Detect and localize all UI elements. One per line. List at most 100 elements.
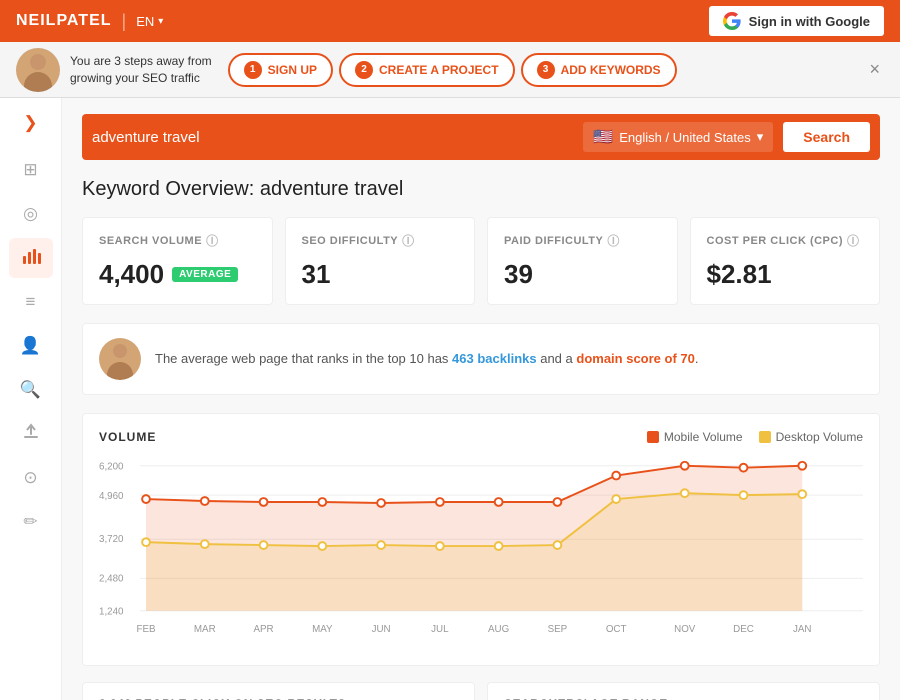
domain-score-link[interactable]: domain score of 70 — [576, 351, 694, 366]
svg-text:AUG: AUG — [488, 624, 509, 635]
language-selector[interactable]: 🇺🇸 English / United States ▾ — [583, 122, 773, 152]
svg-text:2,480: 2,480 — [99, 573, 124, 584]
svg-text:OCT: OCT — [606, 624, 627, 635]
sidebar-item-edit[interactable]: ✏ — [9, 502, 53, 542]
legend-mobile-label: Mobile Volume — [664, 430, 743, 444]
avatar-info — [99, 338, 141, 380]
sidebar: ❯ ⊞ ◎ ≡ 👤 🔍 — [0, 98, 62, 700]
info-text: The average web page that ranks in the t… — [155, 349, 698, 369]
main-content: 🇺🇸 English / United States ▾ Search Keyw… — [62, 98, 900, 700]
sign-in-label: Sign in with Google — [749, 14, 870, 29]
info-strip: The average web page that ranks in the t… — [82, 323, 880, 395]
sidebar-item-upload[interactable] — [9, 414, 53, 454]
svg-text:3,720: 3,720 — [99, 534, 124, 545]
header-divider: | — [122, 11, 127, 32]
sidebar-item-reports[interactable]: ≡ — [9, 282, 53, 322]
language-selector-header[interactable]: EN ▾ — [136, 14, 163, 29]
stat-value-seo-difficulty: 31 — [302, 259, 459, 290]
list-icon: ≡ — [26, 292, 36, 312]
svg-text:SEP: SEP — [548, 624, 568, 635]
language-label: English / United States — [619, 130, 751, 145]
search-bar: 🇺🇸 English / United States ▾ Search — [82, 114, 880, 160]
header: NEILPATEL | EN ▾ Sign in with Google — [0, 0, 900, 42]
sidebar-item-analytics[interactable]: ◎ — [9, 194, 53, 234]
bottom-row: 2,242 PEOPLE CLICK ON SEO RESULTS SEARCH… — [82, 682, 880, 700]
svg-text:4,960: 4,960 — [99, 491, 124, 502]
svg-text:6,200: 6,200 — [99, 462, 124, 473]
stat-paid-difficulty: PAID DIFFICULTY ⓘ 39 — [487, 217, 678, 305]
banner-message: You are 3 steps away from growing your S… — [70, 53, 212, 87]
info-icon-paid-difficulty[interactable]: ⓘ — [607, 232, 620, 249]
flag-icon: 🇺🇸 — [593, 127, 613, 147]
legend-mobile-dot — [647, 431, 659, 443]
svg-text:JAN: JAN — [793, 624, 811, 635]
sidebar-item-monitor[interactable]: ⊙ — [9, 458, 53, 498]
sidebar-item-users[interactable]: 👤 — [9, 326, 53, 366]
upload-icon — [22, 423, 40, 446]
search-input[interactable] — [92, 129, 573, 146]
step-2-button[interactable]: 2 CREATE A PROJECT — [339, 53, 515, 87]
chevron-down-icon: ▾ — [757, 129, 764, 145]
backlinks-link[interactable]: 463 backlinks — [452, 351, 537, 366]
step-3-label: ADD KEYWORDS — [561, 63, 661, 77]
svg-text:1,240: 1,240 — [99, 607, 124, 618]
search-button[interactable]: Search — [783, 122, 870, 152]
step-1-label: SIGN UP — [268, 63, 317, 77]
bottom-card-seo-results: 2,242 PEOPLE CLICK ON SEO RESULTS — [82, 682, 475, 700]
keyword-overview-title: Keyword Overview: adventure travel — [82, 178, 880, 201]
volume-chart-card: VOLUME Mobile Volume Desktop Volume 6,20… — [82, 413, 880, 666]
stat-seo-difficulty: SEO DIFFICULTY ⓘ 31 — [285, 217, 476, 305]
target-icon: ◎ — [23, 204, 38, 224]
chart-icon — [21, 246, 41, 271]
info-icon-search-volume[interactable]: ⓘ — [206, 232, 219, 249]
sidebar-item-search[interactable]: 🔍 — [9, 370, 53, 410]
stat-cpc: COST PER CLICK (CPC) ⓘ $2.81 — [690, 217, 881, 305]
info-icon-seo-difficulty[interactable]: ⓘ — [402, 232, 415, 249]
legend-desktop-dot — [759, 431, 771, 443]
user-icon: 👤 — [20, 336, 41, 356]
svg-text:JUN: JUN — [372, 624, 391, 635]
google-icon — [723, 12, 741, 30]
step-2-number: 2 — [355, 61, 373, 79]
edit-icon: ✏ — [23, 512, 37, 532]
step-2-label: CREATE A PROJECT — [379, 63, 499, 77]
svg-text:MAY: MAY — [312, 624, 333, 635]
svg-text:JUL: JUL — [431, 624, 449, 635]
stat-label-paid-difficulty: PAID DIFFICULTY ⓘ — [504, 232, 661, 249]
sidebar-item-dashboard[interactable]: ⊞ — [9, 150, 53, 190]
avatar — [16, 48, 60, 92]
chart-header: VOLUME Mobile Volume Desktop Volume — [99, 430, 863, 444]
chart-title: VOLUME — [99, 430, 156, 444]
stats-row: SEARCH VOLUME ⓘ 4,400 AVERAGE SEO DIFFIC… — [82, 217, 880, 305]
stat-value-search-volume: 4,400 AVERAGE — [99, 259, 256, 290]
banner-steps: 1 SIGN UP 2 CREATE A PROJECT 3 ADD KEYWO… — [228, 53, 856, 87]
close-icon[interactable]: × — [865, 55, 884, 84]
stat-search-volume: SEARCH VOLUME ⓘ 4,400 AVERAGE — [82, 217, 273, 305]
sign-in-button[interactable]: Sign in with Google — [709, 6, 884, 36]
step-3-button[interactable]: 3 ADD KEYWORDS — [521, 53, 677, 87]
stat-label-cpc: COST PER CLICK (CPC) ⓘ — [707, 232, 864, 249]
grid-icon: ⊞ — [23, 160, 37, 180]
sidebar-item-seo[interactable] — [9, 238, 53, 278]
average-badge: AVERAGE — [172, 267, 238, 282]
logo: NEILPATEL — [16, 12, 112, 30]
legend-desktop-label: Desktop Volume — [776, 430, 863, 444]
svg-text:NOV: NOV — [674, 624, 696, 635]
svg-text:FEB: FEB — [136, 624, 155, 635]
main-layout: ❯ ⊞ ◎ ≡ 👤 🔍 — [0, 98, 900, 700]
monitor-icon: ⊙ — [23, 468, 37, 488]
onboarding-banner: You are 3 steps away from growing your S… — [0, 42, 900, 98]
legend-desktop: Desktop Volume — [759, 430, 863, 444]
step-1-number: 1 — [244, 61, 262, 79]
info-icon-cpc[interactable]: ⓘ — [847, 232, 860, 249]
volume-chart-svg: 6,200 4,960 3,720 2,480 1,240 FEB MAR AP… — [99, 454, 863, 644]
legend-mobile: Mobile Volume — [647, 430, 743, 444]
svg-text:DEC: DEC — [733, 624, 754, 635]
chart-legend: Mobile Volume Desktop Volume — [647, 430, 863, 444]
stat-value-cpc: $2.81 — [707, 259, 864, 290]
step-1-button[interactable]: 1 SIGN UP — [228, 53, 333, 87]
chevron-right-icon: ❯ — [23, 113, 37, 133]
sidebar-toggle[interactable]: ❯ — [0, 106, 61, 140]
stat-value-paid-difficulty: 39 — [504, 259, 661, 290]
stat-label-search-volume: SEARCH VOLUME ⓘ — [99, 232, 256, 249]
